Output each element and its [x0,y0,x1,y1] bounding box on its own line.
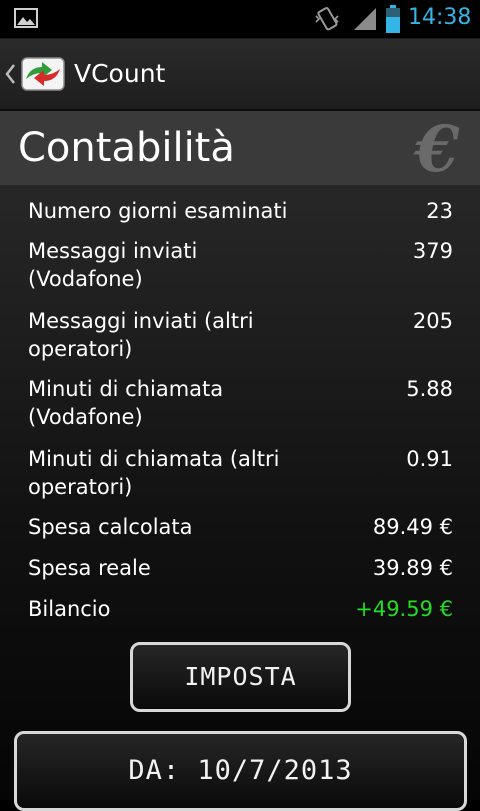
gallery-icon [14,8,38,28]
section-header: Contabilità € [0,111,480,185]
row-value: 89.49 € [372,515,453,539]
row-value: 0.91 [406,447,453,471]
row-value: 39.89 € [372,556,453,580]
row-label: Bilancio [28,597,111,621]
clock: 14:38 [408,5,472,30]
row-value: 23 [426,199,453,223]
status-bar: 14:38 [0,0,480,39]
row-value: 5.88 [406,377,453,401]
chevron-left-icon[interactable] [4,63,16,85]
app-title: VCount [74,59,166,88]
row-label: Messaggi inviati (Vodafone) [28,239,198,291]
euro-icon: € [414,112,460,187]
imposta-button[interactable]: IMPOSTA [130,642,351,712]
row-label: Minuti di chiamata (altri operatori) [28,447,280,499]
row-value: 205 [412,309,453,333]
vcount-logo-icon[interactable] [20,55,66,93]
date-button[interactable]: DA: 10/7/2013 [14,731,467,811]
battery-icon [386,5,400,33]
row-value: 379 [412,239,453,263]
signal-icon [354,8,376,30]
row-label: Spesa calcolata [28,515,193,539]
main-content: Contabilità € Numero giorni esaminati 23… [0,111,480,811]
vibrate-icon [315,7,339,31]
balance-value: +49.59 € [355,597,453,621]
row-label: Numero giorni esaminati [28,199,288,223]
row-label: Spesa reale [28,556,151,580]
row-label: Minuti di chiamata (Vodafone) [28,377,224,429]
row-label: Messaggi inviati (altri operatori) [28,309,254,361]
page-title: Contabilità [18,125,235,171]
action-bar: VCount [0,39,480,111]
